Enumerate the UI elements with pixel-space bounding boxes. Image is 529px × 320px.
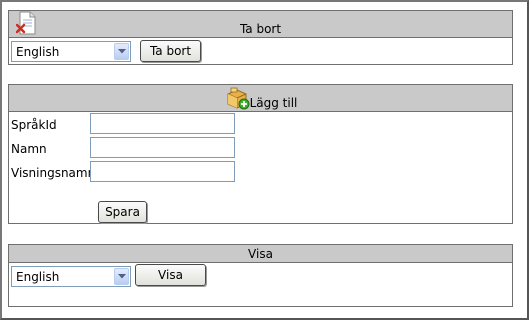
delete-language-select[interactable]: English: [11, 41, 131, 62]
display-name-label: Visningsnamn: [11, 166, 96, 180]
delete-panel-header: Ta bort: [9, 11, 512, 38]
show-panel-header: Visa: [9, 245, 512, 263]
language-id-input[interactable]: [90, 113, 235, 134]
show-button[interactable]: Visa: [135, 264, 206, 286]
chevron-down-icon[interactable]: [114, 268, 129, 285]
chevron-down-icon[interactable]: [114, 43, 129, 60]
name-input[interactable]: [90, 137, 235, 158]
show-panel: Visa English Visa: [8, 244, 513, 307]
add-panel-header: Lägg till: [9, 85, 512, 112]
show-language-value: English: [16, 270, 60, 284]
name-label: Namn: [11, 142, 47, 156]
show-panel-title: Visa: [248, 247, 273, 261]
display-name-input[interactable]: [90, 161, 235, 182]
delete-panel-title: Ta bort: [239, 22, 282, 36]
delete-button[interactable]: Ta bort: [140, 40, 201, 62]
delete-language-value: English: [16, 45, 60, 59]
show-language-select[interactable]: English: [11, 266, 131, 287]
language-id-label: SpråkId: [11, 118, 57, 132]
save-button[interactable]: Spara: [98, 201, 147, 223]
delete-panel: Ta bort English Ta bort: [8, 10, 513, 65]
add-panel: Lägg till SpråkId Namn Visningsnamn Spar…: [8, 84, 513, 224]
add-panel-title: Lägg till: [249, 96, 298, 110]
